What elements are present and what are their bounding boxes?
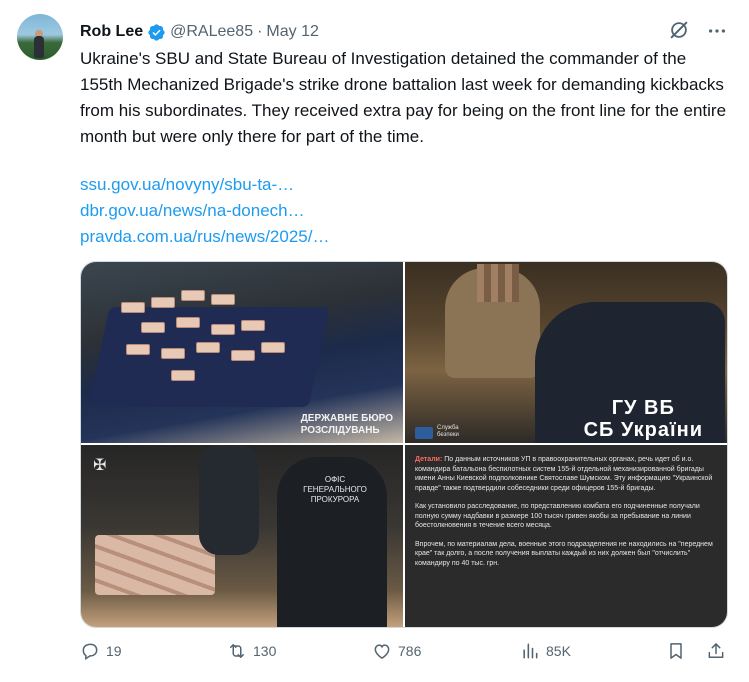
media-grid: ДЕРЖАВНЕ БЮРО РОЗСЛІДУВАНЬ Служба безпек…	[80, 261, 728, 628]
dbr-watermark-line1: ДЕРЖАВНЕ БЮРО	[300, 413, 393, 424]
photo-news-excerpt[interactable]: Детали: По данным источников УП в правоо…	[405, 445, 727, 627]
avatar-figure-shape	[34, 36, 44, 58]
cash-bundle	[211, 324, 235, 335]
sbu-seal-line1: Служба	[437, 425, 459, 431]
like-button[interactable]: 786	[372, 641, 421, 661]
reply-icon	[82, 643, 98, 660]
officer-shape	[199, 445, 259, 555]
trident-emblem-icon: ✠	[93, 457, 107, 474]
news-paragraph-1: По данным источников УП в правоохранител…	[415, 456, 713, 492]
sbu-watermark: ГУ ВБ СБ України	[584, 397, 703, 441]
reply-count: 19	[106, 643, 122, 659]
cash-bundle	[171, 370, 195, 381]
cash-bundle	[181, 290, 205, 301]
bookmark-icon	[670, 643, 682, 659]
photo-prosecutors[interactable]: ✠ ОФІС ГЕНЕРАЛЬНОГО ПРОКУРОРА	[81, 445, 403, 627]
author-name[interactable]: Rob Lee	[80, 23, 143, 41]
cash-pile-shape	[95, 535, 215, 595]
link-ssu[interactable]: ssu.gov.ua/novyny/sbu-ta-…	[80, 172, 329, 198]
sbu-watermark-line2: СБ України	[583, 419, 703, 441]
share-icon	[708, 643, 724, 658]
prosecutor-badge: ОФІС ГЕНЕРАЛЬНОГО ПРОКУРОРА	[295, 475, 375, 505]
cash-bundle	[261, 342, 285, 353]
cash-bundle	[151, 297, 175, 308]
author-handle[interactable]: @RALee85	[170, 23, 253, 41]
sbu-seal-text: Служба безпеки	[437, 425, 459, 439]
sbu-watermark-line1: ГУ ВБ	[611, 397, 675, 419]
tweet-text: Ukraine's SBU and State Bureau of Invest…	[80, 49, 727, 146]
cash-bundle	[126, 344, 150, 355]
photo-cash-on-bed[interactable]: ДЕРЖАВНЕ БЮРО РОЗСЛІДУВАНЬ	[81, 262, 403, 443]
prosecutor-badge-line2: ГЕНЕРАЛЬНОГО	[303, 485, 367, 494]
dbr-watermark-line2: РОЗСЛІДУВАНЬ	[300, 425, 380, 436]
cash-bundle	[161, 348, 185, 359]
share-button[interactable]	[706, 641, 732, 661]
photo-detention[interactable]: Служба безпеки ГУ ВБ СБ України	[405, 262, 727, 443]
news-paragraph-3: Впрочем, по материалам дела, военные это…	[415, 540, 713, 567]
tweet-date[interactable]: May 12	[266, 23, 318, 41]
author-avatar[interactable]	[17, 14, 63, 60]
verified-badge-icon	[148, 23, 165, 41]
cash-bundle	[231, 350, 255, 361]
cash-bundle	[121, 302, 145, 313]
like-icon	[374, 644, 390, 659]
bookmark-button[interactable]	[666, 641, 692, 661]
sbu-seal-line2: безпеки	[437, 432, 459, 438]
news-excerpt: Детали: По данным источников УП в правоо…	[415, 455, 717, 577]
sbu-seal-icon	[415, 427, 433, 439]
views-button[interactable]: 85K	[520, 641, 571, 661]
cash-bundle	[141, 322, 165, 333]
dbr-watermark: ДЕРЖАВНЕ БЮРО РОЗСЛІДУВАНЬ	[301, 413, 393, 437]
cash-bundle	[176, 317, 200, 328]
pixelated-face	[477, 264, 519, 302]
more-icon[interactable]	[706, 22, 728, 40]
cash-bundle	[196, 342, 220, 353]
reply-button[interactable]: 19	[80, 641, 122, 661]
news-paragraph-2: Как установило расследование, по предста…	[415, 503, 700, 529]
tweet-header: Rob Lee @RALee85 · May 12	[80, 22, 319, 42]
action-bar: 19 130 786 85K	[80, 641, 730, 665]
link-dbr[interactable]: dbr.gov.ua/news/na-donech…	[80, 198, 329, 224]
like-count: 786	[398, 643, 422, 659]
news-label: Детали:	[415, 456, 443, 463]
cash-bundle	[241, 320, 265, 331]
grok-icon[interactable]	[668, 19, 690, 41]
retweet-count: 130	[253, 643, 277, 659]
bed-shape	[88, 307, 330, 407]
views-icon	[523, 643, 538, 659]
prosecutor-badge-line1: ОФІС	[324, 475, 346, 484]
views-count: 85K	[546, 643, 571, 659]
header-separator: ·	[257, 23, 263, 40]
link-pravda[interactable]: pravda.com.ua/rus/news/2025/…	[80, 224, 329, 250]
prosecutor-badge-line3: ПРОКУРОРА	[310, 495, 360, 504]
tweet-links: ssu.gov.ua/novyny/sbu-ta-… dbr.gov.ua/ne…	[80, 172, 329, 250]
retweet-button[interactable]: 130	[227, 641, 276, 661]
retweet-icon	[230, 644, 244, 658]
cash-bundle	[211, 294, 235, 305]
